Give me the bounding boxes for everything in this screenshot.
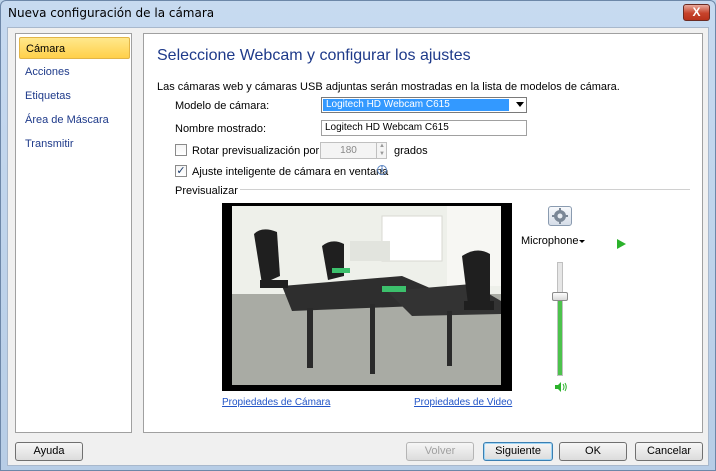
smart-fit-label: Ajuste inteligente de cámara en ventana [192, 166, 389, 178]
description-text: Las cámaras web y cámaras USB adjuntas s… [157, 81, 620, 93]
camera-model-label: Modelo de cámara: [175, 100, 270, 112]
title-bar: Nueva configuración de la cámara X [1, 1, 715, 25]
rotate-stepper[interactable]: ▲ ▼ [376, 142, 387, 159]
preview-image [232, 206, 501, 385]
camera-config-window: Nueva configuración de la cámara X Cámar… [0, 0, 716, 471]
dialog-client-area: Cámara Acciones Etiquetas Área de Máscar… [7, 27, 709, 466]
chevron-down-icon[interactable] [579, 240, 585, 243]
speaker-icon [555, 382, 567, 392]
spin-up-icon[interactable]: ▲ [379, 143, 385, 149]
microphone-select[interactable]: Microphone [521, 235, 578, 247]
sidebar-item-area-mascara[interactable]: Área de Máscara [19, 109, 130, 131]
ok-button[interactable]: OK [559, 442, 627, 461]
gear-icon [552, 208, 568, 224]
sidebar-item-etiquetas[interactable]: Etiquetas [19, 85, 130, 107]
close-button[interactable]: X [683, 4, 710, 21]
audio-settings-button[interactable] [548, 206, 572, 226]
sidebar-item-camara[interactable]: Cámara [19, 37, 130, 59]
next-button[interactable]: Siguiente [483, 442, 553, 461]
rotate-unit-label: grados [394, 145, 428, 157]
back-button[interactable]: Volver [406, 442, 474, 461]
chevron-down-icon[interactable] [516, 102, 524, 107]
camera-model-select[interactable]: Logitech HD Webcam C615 [321, 97, 527, 113]
settings-panel: Seleccione Webcam y configurar los ajust… [143, 33, 703, 433]
volume-slider[interactable] [557, 262, 563, 376]
preview-group-divider [240, 189, 690, 190]
cancel-button[interactable]: Cancelar [635, 442, 703, 461]
page-title: Seleccione Webcam y configurar los ajust… [157, 47, 471, 64]
display-name-field[interactable]: Logitech HD Webcam C615 [321, 120, 527, 136]
help-button[interactable]: Ayuda [15, 442, 83, 461]
smart-fit-checkbox[interactable]: ✓ [175, 165, 187, 177]
display-name-label: Nombre mostrado: [175, 123, 267, 135]
office-photo [232, 206, 501, 385]
sidebar-item-acciones[interactable]: Acciones [19, 61, 130, 83]
camera-model-value: Logitech HD Webcam C615 [323, 99, 509, 111]
rotate-checkbox[interactable] [175, 144, 187, 156]
volume-slider-thumb[interactable] [552, 292, 568, 301]
play-icon[interactable] [617, 239, 626, 249]
preview-group-label: Previsualizar [175, 185, 238, 197]
info-icon[interactable]: i [377, 165, 387, 175]
sidebar-item-transmitir[interactable]: Transmitir [19, 133, 130, 155]
camera-properties-link[interactable]: Propiedades de Cámara [222, 397, 330, 408]
camera-preview [222, 203, 512, 391]
video-properties-link[interactable]: Propiedades de Video [414, 397, 512, 408]
rotate-label: Rotar previsualización por: [192, 145, 323, 157]
spin-down-icon[interactable]: ▼ [379, 151, 385, 157]
sidebar: Cámara Acciones Etiquetas Área de Máscar… [15, 33, 132, 433]
volume-level [558, 297, 562, 375]
window-title: Nueva configuración de la cámara [8, 6, 215, 20]
